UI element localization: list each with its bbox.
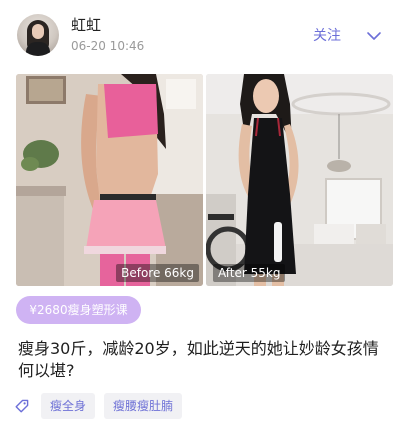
after-photo[interactable]: After 55kg bbox=[206, 74, 393, 286]
before-photo[interactable]: Before 66kg bbox=[16, 74, 203, 286]
tag-icon bbox=[15, 399, 29, 413]
chevron-down-icon[interactable] bbox=[366, 29, 382, 43]
after-label: After 55kg bbox=[213, 264, 286, 282]
course-tag[interactable]: ¥2680瘦身塑形课 bbox=[16, 296, 141, 324]
after-photo-scene bbox=[206, 74, 393, 286]
post-card: 虹虹 06-20 10:46 关注 Before 66kg After 55kg… bbox=[0, 0, 410, 428]
topic-chip-waist-belly[interactable]: 瘦腰瘦肚腩 bbox=[104, 393, 183, 419]
avatar[interactable] bbox=[17, 14, 59, 56]
author-name[interactable]: 虹虹 bbox=[71, 15, 101, 35]
post-header: 虹虹 06-20 10:46 关注 bbox=[0, 0, 410, 70]
avatar-body bbox=[26, 42, 50, 56]
follow-button[interactable]: 关注 bbox=[313, 26, 341, 46]
before-label: Before 66kg bbox=[116, 264, 199, 282]
before-photo-scene bbox=[16, 74, 203, 286]
avatar-face bbox=[32, 24, 44, 39]
post-time: 06-20 10:46 bbox=[71, 39, 145, 53]
topic-chip-whole-body[interactable]: 瘦全身 bbox=[41, 393, 96, 419]
post-title[interactable]: 瘦身30斤，减龄20岁，如此逆天的她让妙龄女孩情何以堪? bbox=[18, 338, 393, 382]
